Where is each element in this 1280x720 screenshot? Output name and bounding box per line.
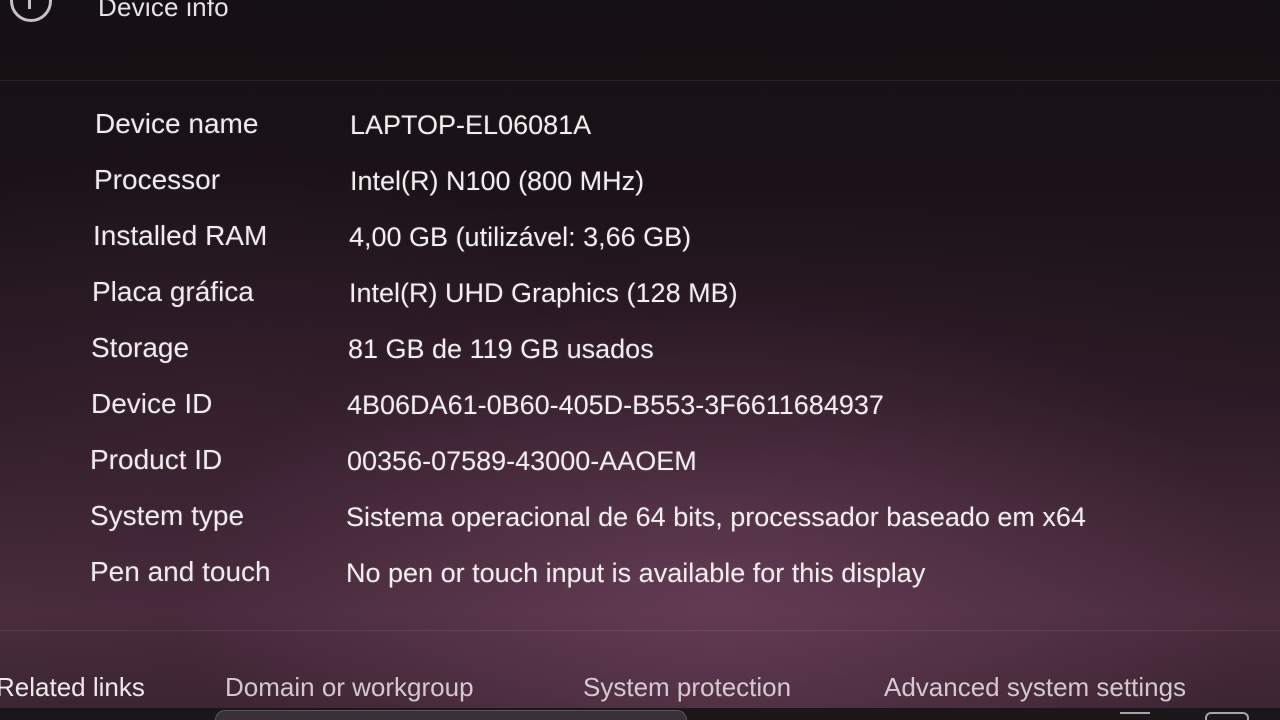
spec-row-pen-touch: Pen and touch No pen or touch input is a… [0, 546, 1280, 602]
spec-row-system-type: System type Sistema operacional de 64 bi… [0, 490, 1280, 546]
spec-value: Intel(R) UHD Graphics (128 MB) [349, 278, 738, 308]
spec-value: No pen or touch input is available for t… [346, 558, 926, 588]
tray-icon[interactable] [1120, 712, 1150, 720]
link-domain-workgroup[interactable]: Domain or workgroup [225, 672, 474, 703]
related-links-label: Related links [0, 672, 145, 702]
spec-row-graphics: Placa gráfica Intel(R) UHD Graphics (128… [0, 266, 1280, 322]
section-divider [0, 630, 1280, 631]
tray-icon[interactable] [1205, 712, 1249, 720]
settings-screen: Device info Device name LAPTOP-EL06081A … [0, 0, 1280, 720]
spec-value: 81 GB de 119 GB usados [348, 334, 654, 364]
spec-label: Processor [94, 164, 221, 195]
spec-row-device-name: Device name LAPTOP-EL06081A [0, 98, 1280, 154]
info-icon [10, 0, 52, 22]
device-info-header[interactable]: Device info [0, 0, 1280, 81]
spec-row-processor: Processor Intel(R) N100 (800 MHz) [0, 154, 1280, 210]
spec-label: Storage [91, 332, 190, 363]
taskbar-search-box[interactable] [215, 710, 687, 720]
spec-value: 4B06DA61-0B60-405D-B553-3F6611684937 [347, 390, 884, 420]
spec-label: Installed RAM [93, 220, 268, 251]
spec-label: Device name [95, 108, 259, 139]
spec-label: Product ID [90, 444, 223, 475]
spec-row-installed-ram: Installed RAM 4,00 GB (utilizável: 3,66 … [0, 210, 1280, 266]
section-title: Device info [98, 0, 229, 22]
spec-label: Device ID [91, 388, 213, 419]
spec-row-device-id: Device ID 4B06DA61-0B60-405D-B553-3F6611… [0, 378, 1280, 434]
spec-value: LAPTOP-EL06081A [350, 110, 592, 140]
spec-value: 00356-07589-43000-AAOEM [347, 446, 697, 476]
spec-label: Placa gráfica [92, 276, 254, 307]
spec-value: 4,00 GB (utilizável: 3,66 GB) [349, 222, 692, 252]
spec-label: Pen and touch [90, 556, 271, 587]
spec-row-storage: Storage 81 GB de 119 GB usados [0, 322, 1280, 378]
link-advanced-system-settings[interactable]: Advanced system settings [884, 672, 1186, 703]
spec-value: Intel(R) N100 (800 MHz) [350, 166, 645, 196]
related-links-bar: Related links Domain or workgroup System… [0, 672, 1280, 712]
spec-row-product-id: Product ID 00356-07589-43000-AAOEM [0, 434, 1280, 490]
link-system-protection[interactable]: System protection [583, 672, 791, 703]
spec-value: Sistema operacional de 64 bits, processa… [346, 502, 1086, 532]
spec-label: System type [90, 500, 245, 531]
